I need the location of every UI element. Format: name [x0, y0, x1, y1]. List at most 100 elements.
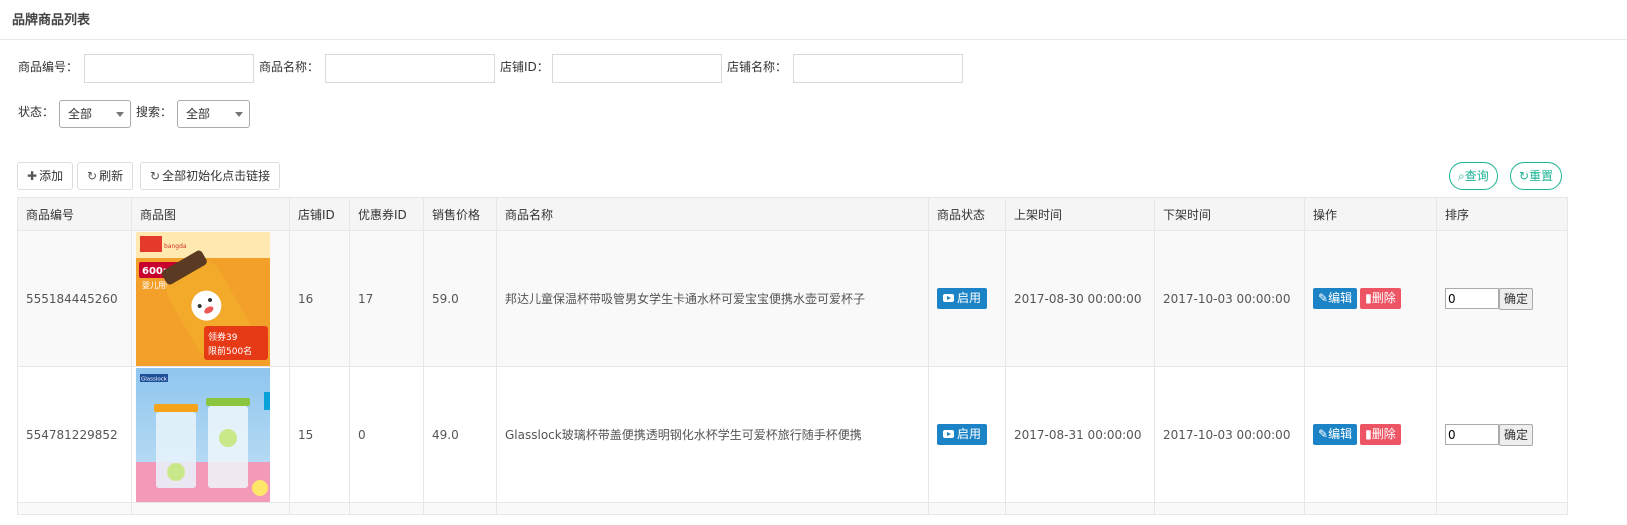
goods-no-input[interactable] — [84, 54, 254, 83]
goods-name-label: 商品名称： — [259, 60, 320, 74]
chevron-down-icon — [235, 112, 243, 117]
off-time-cell: 2017-10-03 00:00:00 — [1154, 230, 1305, 367]
col-header-coupon-id[interactable]: 优惠券ID — [349, 197, 424, 231]
shop-id-label: 店铺ID： — [500, 60, 549, 74]
trash-icon: ▮ — [1365, 291, 1372, 305]
on-time-cell: 2017-08-31 00:00:00 — [1005, 366, 1155, 503]
init-all-links-label: 全部初始化点击链接 — [162, 169, 271, 183]
cell-empty — [423, 502, 497, 515]
col-header-status[interactable]: 商品状态 — [928, 197, 1006, 231]
reset-button-label: 重置 — [1529, 169, 1554, 183]
goods-name-cell: Glasslock玻璃杯带盖便携透明钢化水杯学生可爱杯旅行随手杯便携 — [496, 366, 929, 503]
edit-label: 编辑 — [1328, 427, 1353, 441]
col-header-actions[interactable]: 操作 — [1304, 197, 1437, 231]
refresh-button-label: 刷新 — [99, 169, 124, 183]
status-enabled-button[interactable]: 启用 — [937, 424, 988, 445]
product-image-glass-cup[interactable]: Glasslock — [136, 367, 270, 502]
play-icon — [943, 430, 954, 438]
sort-confirm-button[interactable]: 确定 — [1499, 287, 1534, 310]
query-button[interactable]: ⌕查询 — [1449, 162, 1498, 190]
cell-empty — [349, 502, 424, 515]
delete-button[interactable]: ▮删除 — [1360, 288, 1401, 309]
on-time-cell: 2017-08-30 00:00:00 — [1005, 230, 1155, 367]
shop-id-input[interactable] — [552, 54, 722, 83]
search-type-label: 搜索： — [136, 105, 173, 119]
shop-name-label: 店铺名称： — [727, 60, 788, 74]
sort-input[interactable] — [1445, 288, 1499, 309]
col-header-image[interactable]: 商品图 — [131, 197, 290, 231]
sort-confirm-button[interactable]: 确定 — [1499, 423, 1534, 446]
status-label: 启用 — [957, 291, 982, 305]
price-cell: 49.0 — [423, 366, 497, 503]
actions-cell: ✎编辑 ▮删除 — [1304, 366, 1437, 503]
col-header-sort[interactable]: 排序 — [1436, 197, 1568, 231]
edit-icon: ✎ — [1318, 291, 1329, 305]
image-cell: Glasslock — [131, 366, 290, 503]
cell-empty — [1005, 502, 1155, 515]
reset-button[interactable]: ↻重置 — [1510, 162, 1563, 190]
status-enabled-button[interactable]: 启用 — [937, 288, 988, 309]
search-type-select-value: 全部 — [186, 107, 211, 121]
img-brand: bangda — [164, 243, 187, 250]
product-image-bottle[interactable]: bangda 600ml容量 婴儿用吸管 领券39 限前500名 — [136, 231, 270, 366]
reset-icon: ↻ — [1519, 169, 1530, 183]
table-header-row: 商品编号 商品图 店铺ID 优惠券ID 销售价格 商品名称 商品状态 上架时间 … — [17, 197, 1568, 231]
edit-button[interactable]: ✎编辑 — [1313, 424, 1358, 445]
plus-icon: ✚ — [27, 169, 38, 183]
sort-input[interactable] — [1445, 424, 1499, 445]
goods-name-cell: 邦达儿童保温杯带吸管男女学生卡通水杯可爱宝宝便携水壶可爱杯子 — [496, 230, 929, 367]
cell-empty — [1154, 502, 1305, 515]
sort-cell: 确定 — [1436, 230, 1568, 367]
status-select[interactable]: 全部 — [59, 100, 131, 128]
edit-button[interactable]: ✎编辑 — [1313, 288, 1358, 309]
image-cell: bangda 600ml容量 婴儿用吸管 领券39 限前500名 — [131, 230, 290, 367]
add-button[interactable]: ✚ 添加 — [17, 162, 74, 190]
cell-empty — [928, 502, 1006, 515]
goods-no-cell: 555184445260 — [17, 230, 132, 367]
coupon-id-cell: 17 — [349, 230, 424, 367]
table-row: 554781229852 Glasslock 15 0 49.0 Glasslo… — [17, 366, 1568, 503]
cell-empty — [289, 502, 350, 515]
chevron-down-icon — [116, 112, 124, 117]
status-cell: 启用 — [928, 366, 1006, 503]
edit-label: 编辑 — [1328, 291, 1353, 305]
search-icon: ⌕ — [1458, 169, 1465, 183]
search-type-select[interactable]: 全部 — [177, 100, 250, 128]
shop-id-cell: 16 — [289, 230, 350, 367]
status-cell: 启用 — [928, 230, 1006, 367]
goods-no-label: 商品编号： — [18, 60, 79, 74]
refresh-icon: ↻ — [87, 169, 98, 183]
init-all-links-button[interactable]: ↻ 全部初始化点击链接 — [140, 162, 281, 190]
col-header-price[interactable]: 销售价格 — [423, 197, 497, 231]
query-button-label: 查询 — [1464, 169, 1489, 183]
coupon-id-cell: 0 — [349, 366, 424, 503]
play-icon — [943, 294, 954, 302]
col-header-off-time[interactable]: 下架时间 — [1154, 197, 1305, 231]
sort-cell: 确定 — [1436, 366, 1568, 503]
refresh-button[interactable]: ↻ 刷新 — [77, 162, 134, 190]
col-header-name[interactable]: 商品名称 — [496, 197, 929, 231]
cell-empty — [1436, 502, 1568, 515]
cell-empty — [1304, 502, 1437, 515]
off-time-cell: 2017-10-03 00:00:00 — [1154, 366, 1305, 503]
status-label: 状态： — [18, 105, 55, 119]
shop-name-input[interactable] — [793, 54, 963, 83]
cell-empty — [496, 502, 929, 515]
page-header: 品牌商品列表 — [0, 0, 1627, 40]
trash-icon: ▮ — [1365, 427, 1372, 441]
img-limit: 限前500名 — [208, 345, 252, 357]
cell-empty — [17, 502, 132, 515]
delete-button[interactable]: ▮删除 — [1360, 424, 1401, 445]
col-header-on-time[interactable]: 上架时间 — [1005, 197, 1155, 231]
status-select-value: 全部 — [68, 107, 93, 121]
cell-empty — [131, 502, 290, 515]
table-row — [17, 502, 1568, 515]
goods-no-cell: 554781229852 — [17, 366, 132, 503]
edit-icon: ✎ — [1318, 427, 1329, 441]
goods-name-input[interactable] — [325, 54, 495, 83]
status-label: 启用 — [957, 427, 982, 441]
delete-label: 删除 — [1371, 291, 1396, 305]
img-brand: Glasslock — [141, 376, 168, 382]
col-header-shop-id[interactable]: 店铺ID — [289, 197, 350, 231]
col-header-goods-no[interactable]: 商品编号 — [17, 197, 132, 231]
